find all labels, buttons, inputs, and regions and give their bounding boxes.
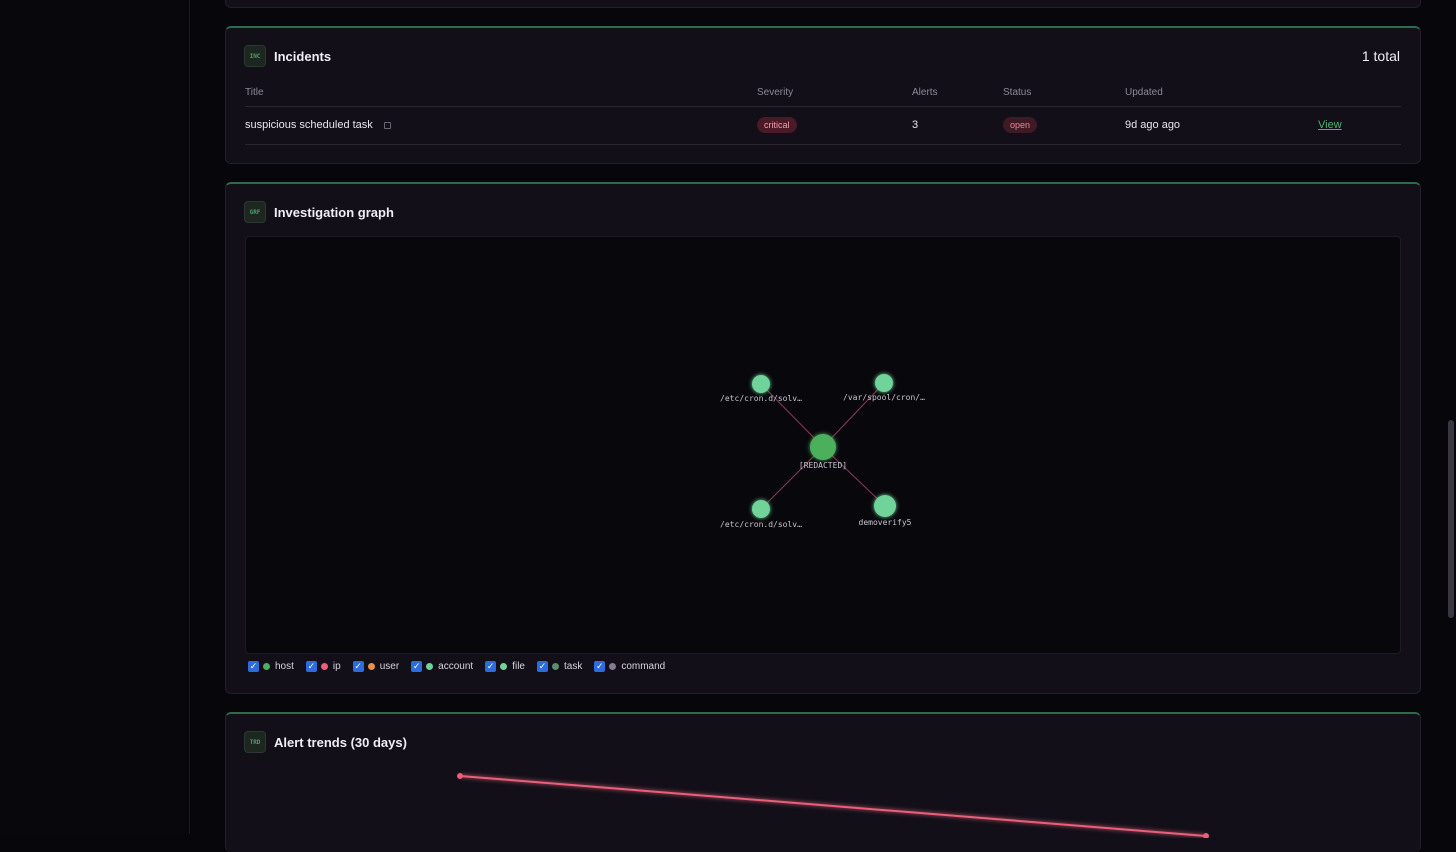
column-header-title[interactable]: Title	[245, 86, 757, 106]
incident-alerts-count: 3	[912, 106, 1003, 144]
legend-item-host[interactable]: ✓ host	[248, 661, 294, 672]
scrollbar-thumb[interactable]	[1448, 420, 1454, 618]
sidebar	[0, 0, 190, 834]
incidents-card: INC Incidents 1 total Title Severity Ale…	[225, 26, 1421, 164]
legend-label: task	[564, 661, 582, 672]
graph-node-file[interactable]	[752, 375, 770, 393]
graph-edge	[761, 447, 823, 509]
checkbox-checked-icon[interactable]: ✓	[353, 661, 364, 672]
status-badge: open	[1003, 117, 1037, 133]
legend-dot	[368, 663, 375, 670]
column-header-updated[interactable]: Updated	[1125, 86, 1318, 106]
incidents-badge: INC	[244, 45, 266, 67]
legend-label: file	[512, 661, 525, 672]
column-header-status[interactable]: Status	[1003, 86, 1125, 106]
legend-dot	[552, 663, 559, 670]
graph-node-file[interactable]	[752, 500, 770, 518]
graph-node-label: /etc/cron.d/solv…	[720, 520, 802, 529]
checkbox-checked-icon[interactable]: ✓	[485, 661, 496, 672]
trend-line	[460, 776, 1206, 836]
incident-title[interactable]: suspicious scheduled task	[245, 119, 373, 131]
legend-label: user	[380, 661, 399, 672]
legend-dot	[263, 663, 270, 670]
checkbox-checked-icon[interactable]: ✓	[411, 661, 422, 672]
column-header-action	[1318, 86, 1401, 106]
investigation-graph-card: GRF Investigation graph	[225, 182, 1421, 694]
incident-updated: 9d ago ago	[1125, 106, 1318, 144]
graph-legend: ✓ host ✓ ip ✓ user ✓ account ✓	[248, 661, 677, 672]
graph-node-label: demoverify5	[859, 518, 912, 527]
checkbox-checked-icon[interactable]: ✓	[248, 661, 259, 672]
view-link[interactable]: View	[1318, 119, 1342, 131]
graph-node-host[interactable]	[810, 434, 836, 460]
legend-dot	[609, 663, 616, 670]
incidents-table: Title Severity Alerts Status Updated sus…	[245, 86, 1401, 145]
checkbox-checked-icon[interactable]: ✓	[537, 661, 548, 672]
table-row[interactable]: suspicious scheduled task critical 3 ope…	[245, 106, 1401, 144]
legend-item-ip[interactable]: ✓ ip	[306, 661, 341, 672]
column-header-severity[interactable]: Severity	[757, 86, 912, 106]
graph-header: GRF Investigation graph	[244, 200, 394, 224]
main-content: INC Incidents 1 total Title Severity Ale…	[191, 0, 1456, 834]
legend-label: host	[275, 661, 294, 672]
graph-node-file[interactable]	[875, 374, 893, 392]
alert-trends-card: TRD Alert trends (30 days)	[225, 712, 1421, 852]
severity-badge: critical	[757, 117, 797, 133]
table-header-row: Title Severity Alerts Status Updated	[245, 86, 1401, 106]
copy-icon[interactable]	[384, 122, 391, 129]
incidents-header: INC Incidents	[244, 44, 331, 68]
trend-point[interactable]	[457, 773, 463, 779]
graph-title: Investigation graph	[274, 205, 394, 220]
legend-dot	[321, 663, 328, 670]
legend-item-task[interactable]: ✓ task	[537, 661, 582, 672]
legend-item-user[interactable]: ✓ user	[353, 661, 399, 672]
legend-label: ip	[333, 661, 341, 672]
checkbox-checked-icon[interactable]: ✓	[594, 661, 605, 672]
legend-item-command[interactable]: ✓ command	[594, 661, 665, 672]
incident-status-cell: open	[1003, 106, 1125, 144]
graph-node-account[interactable]	[874, 495, 896, 517]
legend-dot	[500, 663, 507, 670]
graph-badge: GRF	[244, 201, 266, 223]
graph-canvas[interactable]: [REDACTED] /etc/cron.d/solv… /var/spool/…	[245, 236, 1401, 654]
graph-node-label: [REDACTED]	[799, 461, 847, 470]
legend-item-file[interactable]: ✓ file	[485, 661, 525, 672]
legend-dot	[426, 663, 433, 670]
graph-node-label: /var/spool/cron/…	[843, 393, 925, 402]
legend-label: account	[438, 661, 473, 672]
incidents-title: Incidents	[274, 49, 331, 64]
incident-action-cell: View	[1318, 106, 1401, 144]
graph-node-label: /etc/cron.d/solv…	[720, 394, 802, 403]
checkbox-checked-icon[interactable]: ✓	[306, 661, 317, 672]
incident-title-cell: suspicious scheduled task	[245, 106, 757, 144]
legend-label: command	[621, 661, 665, 672]
column-header-alerts[interactable]: Alerts	[912, 86, 1003, 106]
trends-chart	[226, 714, 1422, 838]
incidents-total: 1 total	[1362, 48, 1400, 64]
legend-item-account[interactable]: ✓ account	[411, 661, 473, 672]
graph-svg[interactable]: [REDACTED] /etc/cron.d/solv… /var/spool/…	[246, 237, 1402, 655]
incident-severity-cell: critical	[757, 106, 912, 144]
previous-card	[225, 0, 1421, 8]
